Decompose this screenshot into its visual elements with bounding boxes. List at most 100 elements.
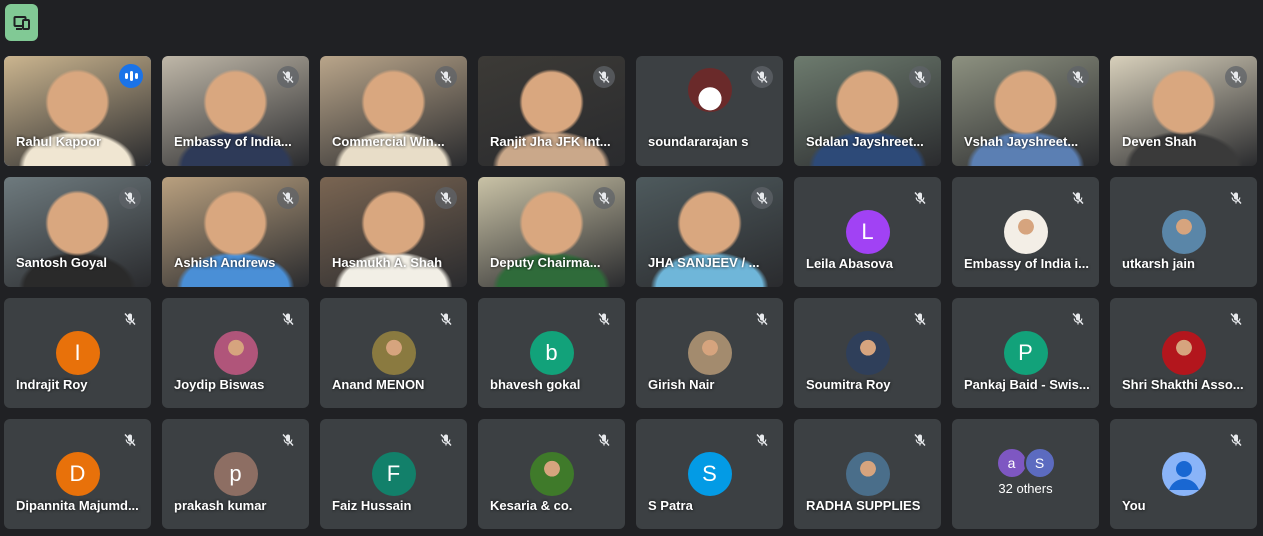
participant-name: You: [1122, 498, 1146, 513]
mic-off-icon: [593, 308, 615, 330]
participant-tile[interactable]: Commercial Win...: [320, 56, 467, 166]
self-tile[interactable]: You: [1110, 419, 1257, 529]
mic-off-icon: [435, 187, 457, 209]
participant-tile[interactable]: Embassy of India...: [162, 56, 309, 166]
participant-name: Joydip Biswas: [174, 377, 265, 392]
participant-tile[interactable]: Hasmukh A. Shah: [320, 177, 467, 287]
mic-off-icon: [751, 308, 773, 330]
others-count: 32 others: [998, 481, 1053, 496]
mic-off-icon: [751, 429, 773, 451]
mic-off-icon: [277, 187, 299, 209]
avatar: [1161, 331, 1206, 375]
participant-tile[interactable]: Santosh Goyal: [4, 177, 151, 287]
participant-tile[interactable]: S S Patra: [636, 419, 783, 529]
participant-tile[interactable]: Vshah Jayshreet...: [952, 56, 1099, 166]
avatar: D: [55, 452, 100, 496]
participant-name: Deputy Chairma...: [490, 255, 601, 270]
mic-off-icon: [435, 429, 457, 451]
participant-name: JHA SANJEEV / ...: [648, 255, 760, 270]
avatar: P: [1003, 331, 1048, 375]
participant-name: prakash kumar: [174, 498, 267, 513]
participant-tile[interactable]: P Pankaj Baid - Swis...: [952, 298, 1099, 408]
avatar: [845, 452, 890, 496]
participant-tile[interactable]: I Indrajit Roy: [4, 298, 151, 408]
avatar: [1161, 210, 1206, 254]
avatar: S: [1023, 447, 1056, 479]
mic-off-icon: [1225, 66, 1247, 88]
participant-tile[interactable]: Kesaria & co.: [478, 419, 625, 529]
participant-name: Commercial Win...: [332, 134, 445, 149]
participant-name: Pankaj Baid - Swis...: [964, 377, 1090, 392]
avatar: [371, 331, 416, 375]
participant-name: Indrajit Roy: [16, 377, 88, 392]
participant-name: Anand MENON: [332, 377, 425, 392]
participant-tile[interactable]: Soumitra Roy: [794, 298, 941, 408]
participant-tile[interactable]: D Dipannita Majumd...: [4, 419, 151, 529]
mic-off-icon: [277, 429, 299, 451]
avatar: [687, 331, 732, 375]
speaking-indicator-icon: [119, 64, 143, 88]
user-avatar-icon: [1161, 452, 1206, 496]
participant-tile[interactable]: JHA SANJEEV / ...: [636, 177, 783, 287]
participant-tile[interactable]: Deputy Chairma...: [478, 177, 625, 287]
avatar: [529, 452, 574, 496]
avatar: F: [371, 452, 416, 496]
others-tile[interactable]: a S 32 others: [952, 419, 1099, 529]
mic-off-icon: [1067, 308, 1089, 330]
participant-name: Sdalan Jayshreet...: [806, 134, 924, 149]
participant-name: utkarsh jain: [1122, 256, 1195, 271]
mic-off-icon: [909, 429, 931, 451]
devices-icon: [13, 15, 30, 30]
mic-off-icon: [593, 187, 615, 209]
mic-off-icon: [119, 187, 141, 209]
others-avatars: aS: [995, 447, 1056, 479]
avatar: p: [213, 452, 258, 496]
mic-off-icon: [277, 308, 299, 330]
participant-name: Embassy of India i...: [964, 256, 1089, 271]
participant-tile[interactable]: utkarsh jain: [1110, 177, 1257, 287]
avatar: [1003, 210, 1048, 254]
participant-tile[interactable]: soundararajan s: [636, 56, 783, 166]
devices-button[interactable]: [5, 4, 38, 41]
participant-tile[interactable]: Joydip Biswas: [162, 298, 309, 408]
avatar: S: [687, 452, 732, 496]
participant-name: Faiz Hussain: [332, 498, 412, 513]
mic-off-icon: [593, 429, 615, 451]
participant-name: Rahul Kapoor: [16, 134, 102, 149]
participant-tile[interactable]: Deven Shah: [1110, 56, 1257, 166]
mic-off-icon: [277, 66, 299, 88]
participant-tile[interactable]: b bhavesh gokal: [478, 298, 625, 408]
participant-tile[interactable]: L Leila Abasova: [794, 177, 941, 287]
participant-name: Deven Shah: [1122, 134, 1197, 149]
participant-tile[interactable]: RADHA SUPPLIES: [794, 419, 941, 529]
avatar: b: [529, 331, 574, 375]
participant-name: Shri Shakthi Asso...: [1122, 377, 1244, 392]
participant-name: Santosh Goyal: [16, 255, 108, 270]
mic-off-icon: [1225, 308, 1247, 330]
participant-tile[interactable]: Rahul Kapoor: [4, 56, 151, 166]
participant-tile[interactable]: Anand MENON: [320, 298, 467, 408]
participant-tile[interactable]: F Faiz Hussain: [320, 419, 467, 529]
participant-tile[interactable]: Sdalan Jayshreet...: [794, 56, 941, 166]
mic-off-icon: [1225, 187, 1247, 209]
avatar: [845, 331, 890, 375]
participant-tile[interactable]: Ranjit Jha JFK Int...: [478, 56, 625, 166]
participant-tile[interactable]: Embassy of India i...: [952, 177, 1099, 287]
avatar: L: [845, 210, 890, 254]
mic-off-icon: [909, 66, 931, 88]
mic-off-icon: [593, 66, 615, 88]
participant-grid: Rahul Kapoor Embassy of India... Commercia…: [4, 56, 1257, 529]
mic-off-icon: [751, 187, 773, 209]
mic-off-icon: [435, 66, 457, 88]
participant-name: Kesaria & co.: [490, 498, 573, 513]
mic-off-icon: [909, 187, 931, 209]
avatar: [687, 68, 732, 112]
participant-tile[interactable]: p prakash kumar: [162, 419, 309, 529]
participant-tile[interactable]: Ashish Andrews: [162, 177, 309, 287]
mic-off-icon: [1067, 187, 1089, 209]
participant-tile[interactable]: Girish Nair: [636, 298, 783, 408]
mic-off-icon: [435, 308, 457, 330]
participant-name: Hasmukh A. Shah: [332, 255, 443, 270]
mic-off-icon: [119, 429, 141, 451]
participant-tile[interactable]: Shri Shakthi Asso...: [1110, 298, 1257, 408]
